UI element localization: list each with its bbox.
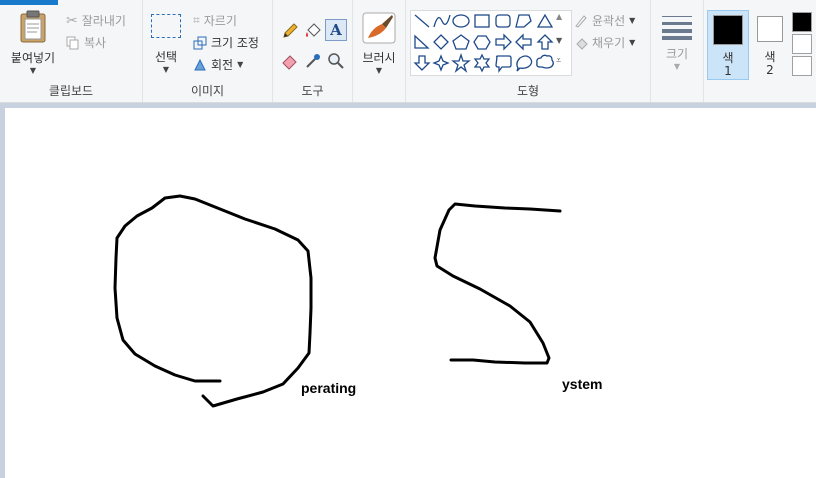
outline-label: 윤곽선 [592,14,626,28]
five-point-star-shape-icon [451,52,471,73]
palette-swatch-white-1[interactable] [792,34,812,54]
curve-shape-icon [433,14,451,28]
stroke-letter-s [433,202,562,365]
shape-fill-icon [576,37,588,50]
copy-button[interactable]: 복사 [66,34,106,51]
clipboard-group: 붙여넣기 ▼ ✂ 잘라내기 복사 클립보드 [0,0,143,102]
image-group-label: 이미지 [190,84,225,98]
outline-icon [575,14,587,28]
color-picker-icon[interactable] [304,52,322,70]
paste-dropdown-icon[interactable]: ▼ [6,66,60,75]
color1-number: 1 [724,64,732,78]
rotate-label: 회전 [211,58,234,72]
triangle-shape-icon [536,13,554,28]
handdrawn-strokes [113,194,562,408]
shape-fill-label: 채우기 [592,36,626,50]
outline-dropdown-icon[interactable]: ▼ [629,16,635,25]
eraser-icon[interactable] [281,52,299,70]
select-button[interactable]: 선택 ▼ [149,14,183,74]
text-icon[interactable]: A [325,19,347,41]
crop-icon: ⌗ [193,13,200,27]
hexagon-shape-icon [473,35,491,50]
tools-group: A 도구 [273,0,353,102]
select-icon [151,14,181,38]
clipboard-group-label: 클립보드 [48,84,94,98]
select-label: 선택 [154,50,178,64]
tools-group-label: 도구 [301,84,324,98]
shapes-more-icon[interactable]: ⩡ [556,56,561,66]
pencil-icon[interactable] [281,22,299,40]
paste-button[interactable]: 붙여넣기 ▼ [6,10,60,75]
ribbon: 붙여넣기 ▼ ✂ 잘라내기 복사 클립보드 선택 ▼ ⌗ 자르기 크기 조정 회… [0,0,816,103]
rotate-dropdown-icon[interactable]: ▼ [237,60,243,69]
resize-button[interactable]: 크기 조정 [193,34,259,51]
resize-icon [193,36,207,49]
color2-number: 2 [766,63,774,77]
shapes-group: ▲ ▼ ⩡ 윤곽선 ▼ 채우기 ▼ 도형 [406,0,651,102]
brushes-dropdown-icon[interactable]: ▼ [359,66,399,75]
palette-swatch-black[interactable] [792,12,812,32]
fill-shape-button[interactable]: 채우기 ▼ [574,34,635,51]
up-arrow-shape-icon [536,34,554,50]
cut-button[interactable]: ✂ 잘라내기 [66,12,126,29]
pentagon-shape-icon [452,34,470,50]
shape-fill-dropdown-icon[interactable]: ▼ [629,38,635,47]
four-point-star-shape-icon [432,54,450,72]
rounded-rectangle-shape-icon [495,14,511,28]
paste-icon [20,10,46,43]
shapes-scroll-up-icon[interactable]: ▲ [556,12,562,21]
down-arrow-shape-icon [413,55,431,71]
cloud-callout-shape-icon [536,54,554,69]
color1-button[interactable]: 색 1 [707,10,749,80]
stroke-letter-o [113,194,313,408]
scissors-icon: ✂ [66,12,78,29]
polygon-shape-icon [515,14,532,28]
outline-button[interactable]: 윤곽선 ▼ [574,12,635,29]
crop-label: 자르기 [203,14,237,28]
canvas-text-ystem: ystem [562,376,603,392]
paste-label: 붙여넣기 [10,51,56,65]
line-size-icon [662,16,692,40]
shapes-gallery-icons [413,13,554,73]
brush-icon [362,12,396,44]
resize-label: 크기 조정 [211,36,259,50]
select-dropdown-icon[interactable]: ▼ [149,65,183,74]
oval-callout-shape-icon [516,55,533,72]
color2-button[interactable]: 색 2 [751,10,789,78]
cut-label: 잘라내기 [81,14,126,28]
image-group: 선택 ▼ ⌗ 자르기 크기 조정 회전 ▼ 이미지 [143,0,273,102]
diamond-shape-icon [433,34,449,50]
six-point-star-shape-icon [473,53,491,73]
palette-swatch-white-2[interactable] [792,56,812,76]
right-triangle-shape-icon [414,34,430,49]
rotate-icon [194,58,206,70]
magnifier-icon[interactable] [327,52,345,70]
copy-label: 복사 [84,36,107,50]
rectangle-shape-icon [474,14,490,28]
crop-button[interactable]: ⌗ 자르기 [193,12,237,29]
brushes-label: 브러시 [362,51,396,65]
shapes-scroll-down-icon[interactable]: ▼ [556,36,562,45]
fill-icon[interactable] [304,22,322,40]
size-dropdown-icon[interactable]: ▼ [655,62,699,71]
brushes-button[interactable]: 브러시 ▼ [359,12,399,75]
copy-icon [66,36,79,49]
right-arrow-shape-icon [495,33,512,51]
drawing-canvas[interactable]: perating ystem [5,108,816,478]
oval-shape-icon [452,14,470,28]
line-shape-icon [414,14,430,28]
color2-swatch [757,16,783,42]
left-arrow-shape-icon [515,33,532,51]
canvas-text-perating: perating [301,380,357,396]
color1-swatch [713,15,743,45]
rounded-callout-shape-icon [495,55,512,73]
brushes-group: 브러시 ▼ [353,0,406,102]
rotate-button[interactable]: 회전 ▼ [193,56,243,73]
size-button[interactable]: 크기 ▼ [655,14,699,71]
size-label: 크기 [665,47,689,61]
shapes-group-label: 도형 [516,84,540,98]
canvas-area: perating ystem [0,103,816,478]
size-group: 크기 ▼ [651,0,704,102]
